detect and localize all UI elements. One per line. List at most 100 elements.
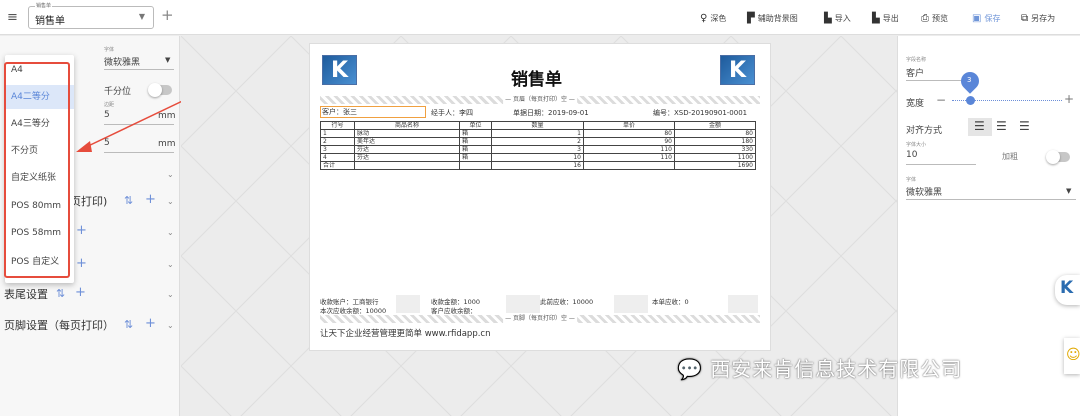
table-cell: [354, 161, 460, 170]
column-header[interactable]: 数量: [491, 121, 584, 130]
chevron-down-icon[interactable]: ⌄: [167, 321, 174, 330]
footer-field-placeholder: [506, 295, 540, 313]
align-center-icon[interactable]: ☰: [996, 119, 1007, 133]
preview-label: 预览: [932, 13, 948, 23]
font-size-input[interactable]: 10: [906, 150, 917, 160]
import-icon: ▙: [824, 12, 832, 24]
sort-icon[interactable]: ⇅: [56, 287, 65, 300]
document-type-value: 销售单: [35, 16, 65, 27]
floating-logo-button[interactable]: K: [1055, 275, 1080, 305]
table-cell: [459, 161, 492, 170]
table-total-row: 合计 16 1690: [320, 161, 756, 170]
table-cell: 330: [674, 145, 756, 154]
footer-customer-balance[interactable]: 客户应收余额：: [431, 305, 477, 315]
table-cell: 美年达: [354, 137, 460, 146]
save-button[interactable]: ▣ 保存: [972, 11, 1000, 25]
column-header[interactable]: 单价: [583, 121, 675, 130]
printer-icon: ⎙: [921, 12, 929, 24]
bold-toggle[interactable]: [1046, 150, 1070, 164]
font-underline: [104, 69, 174, 70]
table-cell: 箱: [459, 145, 492, 154]
table-row: 4 芬达 箱 10 110 1100: [320, 153, 756, 162]
dark-mode-button[interactable]: ♀ 深色: [700, 11, 726, 25]
company-logo-right: K: [720, 55, 755, 85]
field-name-input[interactable]: 客户: [906, 66, 924, 79]
import-button[interactable]: ▙ 导入: [824, 11, 851, 25]
add-button[interactable]: +: [145, 192, 156, 207]
table-cell: 4: [320, 153, 355, 162]
table-cell: 脉动: [354, 129, 460, 138]
minus-icon[interactable]: −: [936, 93, 946, 107]
table-cell: 110: [583, 153, 675, 162]
align-left-icon[interactable]: ☰: [974, 119, 985, 133]
add-button[interactable]: +: [145, 316, 156, 331]
column-header[interactable]: 金额: [674, 121, 756, 130]
column-header[interactable]: 商品名称: [354, 121, 460, 130]
align-right-icon[interactable]: ☰: [1019, 119, 1030, 133]
table-cell: 1: [320, 129, 355, 138]
table-cell: 80: [674, 129, 756, 138]
image-icon: ▛: [747, 12, 755, 24]
page-header-label: — 页眉（每页打印）空 —: [503, 96, 577, 104]
chevron-down-icon[interactable]: ⌄: [167, 170, 174, 179]
document-number-field[interactable]: 编号：XSD-20190901-0001: [653, 108, 747, 118]
chevron-down-icon[interactable]: ⌄: [167, 290, 174, 299]
footer-receivable-balance[interactable]: 本次应收余额：10000: [320, 305, 386, 315]
sort-icon[interactable]: ⇅: [124, 194, 133, 207]
page-header-separator: — 页眉（每页打印）空 —: [320, 96, 760, 104]
plus-icon[interactable]: +: [1064, 92, 1074, 106]
column-header[interactable]: 行号: [320, 121, 355, 130]
background-image-button[interactable]: ▛ 辅助背景图: [747, 11, 798, 25]
background-image-label: 辅助背景图: [757, 13, 798, 23]
chevron-down-icon[interactable]: ⌄: [167, 228, 174, 237]
wechat-icon: 💬: [677, 357, 703, 381]
font-label: 字体: [906, 177, 917, 183]
preview-button[interactable]: ⎙ 预览: [921, 11, 948, 25]
field-name-label: 字段名称: [906, 57, 927, 63]
body-section-label[interactable]: 页打印): [70, 193, 107, 209]
add-button[interactable]: +: [76, 223, 87, 238]
total-label: 合计: [320, 161, 355, 170]
import-label: 导入: [834, 13, 851, 23]
print-preview-paper: K K 销售单 — 页眉（每页打印）空 — 客户：张三 经手人：李四 单据日期：…: [309, 43, 771, 351]
column-header[interactable]: 单位: [459, 121, 492, 130]
export-button[interactable]: ▙ 导出: [872, 11, 899, 25]
table-cell: 箱: [459, 129, 492, 138]
width-label: 宽度: [906, 99, 925, 109]
page-footer-settings-label[interactable]: 页脚设置（每页打印）: [4, 317, 114, 333]
save-icon: ▣: [972, 12, 982, 24]
add-document-button[interactable]: +: [161, 6, 174, 24]
table-cell: 80: [583, 129, 675, 138]
date-field[interactable]: 单据日期：2019-09-01: [513, 108, 589, 118]
font-select[interactable]: 微软雅黑: [906, 185, 942, 198]
items-table: 行号 商品名称 单位 数量 单价 金额 1 脉动 箱 1 80 80 2 美年达…: [320, 121, 756, 170]
company-logo-left: K: [322, 55, 357, 85]
font-underline: [906, 199, 1076, 200]
save-as-button[interactable]: ⧉ 另存为: [1021, 11, 1055, 25]
width-slider-thumb[interactable]: [966, 96, 975, 105]
add-button[interactable]: +: [76, 256, 87, 271]
table-cell: 3: [320, 145, 355, 154]
table-cell: 90: [583, 137, 675, 146]
handler-field[interactable]: 经手人：李四: [431, 108, 473, 118]
footer-current-receivable[interactable]: 本单应收：0: [652, 296, 689, 306]
sort-icon[interactable]: ⇅: [124, 318, 133, 331]
wechat-watermark: 💬 西安来肯信息技术有限公司: [677, 353, 962, 382]
font-size-label: 字体大小: [906, 142, 927, 148]
chevron-down-icon[interactable]: ⌄: [167, 260, 174, 269]
slider-value: 3: [967, 76, 972, 84]
menu-icon[interactable]: ≡: [7, 10, 18, 25]
document-type-select[interactable]: 销售单 销售单 ▼: [28, 2, 154, 29]
font-select[interactable]: 微软雅黑: [104, 55, 140, 68]
slogan-text[interactable]: 让天下企业经营管理更简单 www.rfidapp.cn: [320, 327, 491, 339]
table-footer-settings-label[interactable]: 表尾设置: [4, 286, 48, 302]
footer-prior-receivable[interactable]: 此前应收：10000: [540, 296, 593, 306]
chevron-down-icon: ▼: [165, 56, 171, 64]
add-button[interactable]: +: [75, 285, 86, 300]
table-cell: 10: [491, 153, 584, 162]
chevron-down-icon[interactable]: ⌄: [167, 197, 174, 206]
customer-field[interactable]: 客户：张三: [320, 106, 426, 118]
floating-feedback-button[interactable]: ☺: [1064, 338, 1080, 374]
align-label: 对齐方式: [906, 126, 943, 136]
copy-icon: ⧉: [1021, 12, 1029, 24]
